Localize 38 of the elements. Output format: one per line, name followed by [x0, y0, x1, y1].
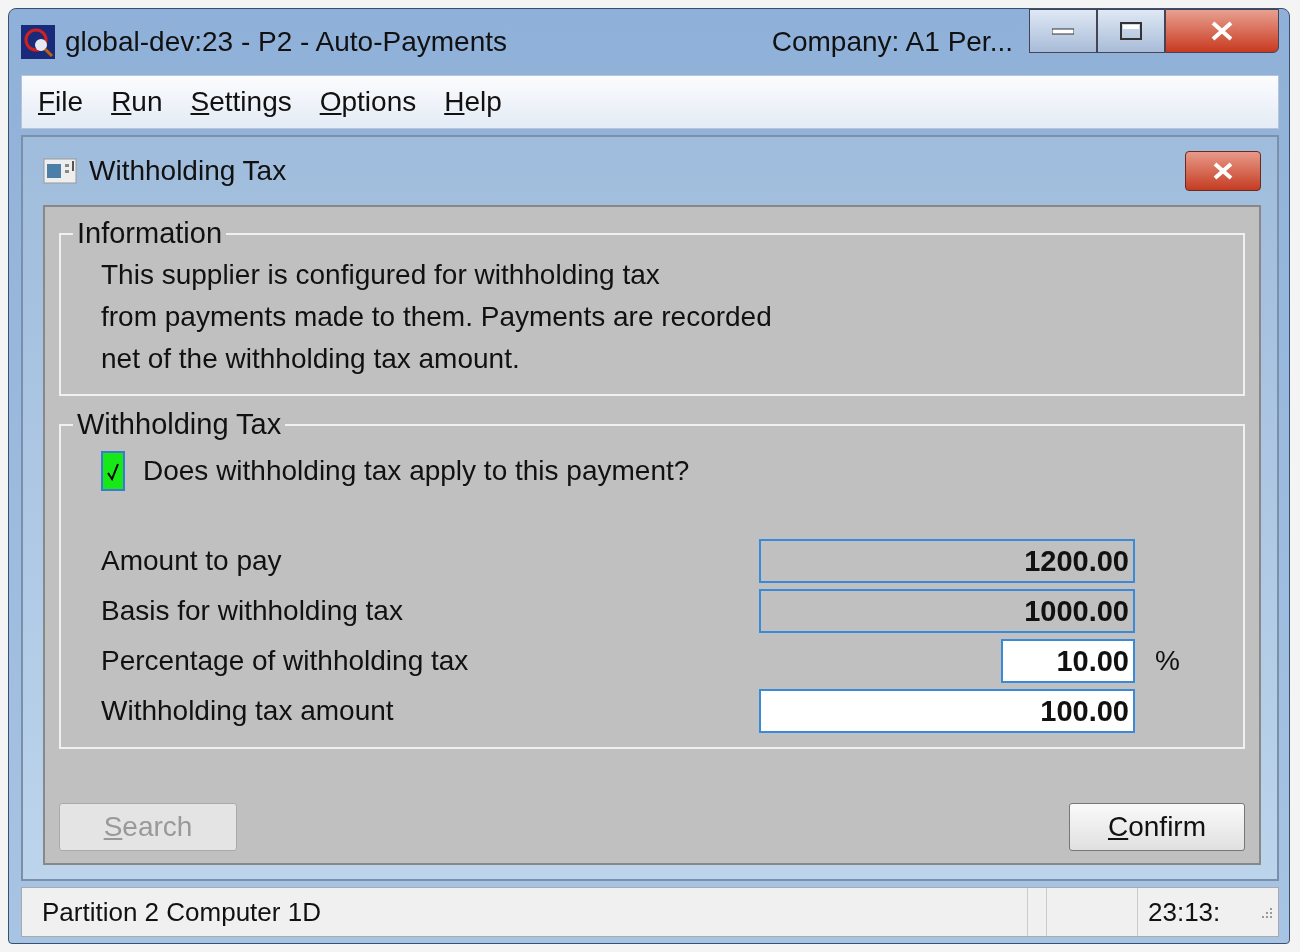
close-icon	[1211, 161, 1235, 181]
menu-item[interactable]: Run	[111, 86, 163, 118]
maximize-icon	[1120, 22, 1142, 40]
unit-label: %	[1155, 645, 1180, 676]
form-icon	[43, 158, 77, 184]
input-field: 1000.00	[759, 589, 1135, 633]
menu-item[interactable]: Settings	[190, 86, 292, 118]
menu-item[interactable]: Options	[319, 86, 417, 118]
dialog-button[interactable]: Confirm	[1069, 803, 1245, 851]
input-field[interactable]: 100.00	[759, 689, 1135, 733]
info-text: net of the withholding tax amount.	[101, 342, 521, 376]
status-text: Partition 2 Computer 1D	[41, 896, 322, 928]
close-button[interactable]	[1165, 9, 1279, 53]
close-icon	[1210, 21, 1234, 41]
close-button[interactable]	[1185, 151, 1261, 191]
minimize-button[interactable]	[1029, 9, 1097, 53]
maximize-button[interactable]	[1097, 9, 1165, 53]
checkbox[interactable]	[101, 451, 125, 491]
group-legend: Information	[73, 217, 227, 250]
minimize-icon	[1052, 27, 1074, 35]
menu-item[interactable]: File	[38, 86, 84, 118]
company-label: Company: A1 Per...	[771, 26, 1013, 58]
info-text: from payments made to them. Payments are recorded	[101, 300, 773, 334]
group-legend: Withholding Tax	[73, 408, 286, 441]
check-icon	[106, 461, 120, 481]
info-text: This supplier is configured for withholding tax	[101, 258, 661, 292]
field-label: Amount to pay	[101, 545, 283, 577]
status-time: 23:13:	[1137, 888, 1258, 936]
dialog-title: Withholding Tax	[89, 155, 287, 187]
field-label: Basis for withholding tax	[101, 595, 404, 627]
field-label: Withholding tax amount	[101, 695, 395, 727]
window-title: global-dev:23 - P2 - Auto-Payments	[65, 26, 507, 58]
menu-item[interactable]: Help	[444, 86, 502, 118]
input-field[interactable]: 10.00	[1001, 639, 1135, 683]
input-field: 1200.00	[759, 539, 1135, 583]
checkbox-label: Does withholding tax apply to this payment?	[143, 455, 690, 487]
globe-icon	[21, 25, 55, 59]
field-label: Percentage of withholding tax	[101, 645, 470, 677]
